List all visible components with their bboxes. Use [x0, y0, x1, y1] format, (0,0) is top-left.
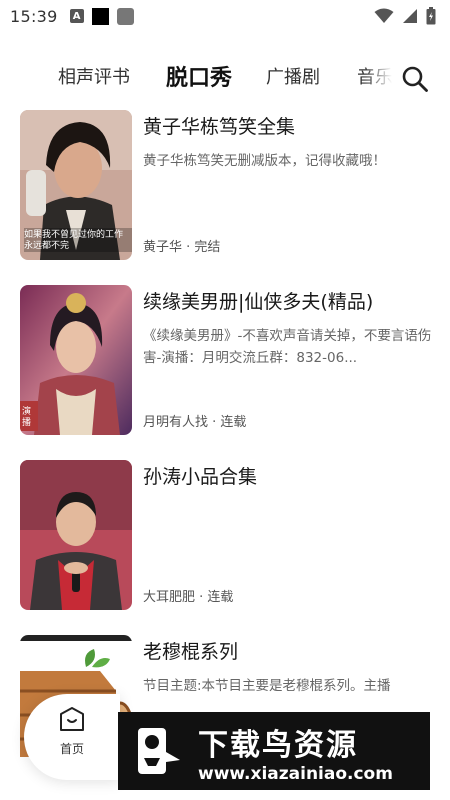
cover-caption-text: 演播	[22, 407, 32, 428]
tabs-scroll-area[interactable]: ▕ 相声评书 脱口秀 广播剧 音乐	[0, 48, 392, 104]
cellular-signal-icon	[403, 9, 417, 23]
bird-logo-icon	[138, 728, 180, 774]
cover-image: 演播	[20, 285, 132, 435]
cover-image	[20, 460, 132, 610]
watermark-url: www.xiazainiao.com	[198, 764, 393, 784]
font-app-notification-icon: A	[69, 9, 84, 23]
item-title: 老穆棍系列	[143, 641, 239, 663]
search-icon	[402, 66, 428, 92]
list-item[interactable]: 孙涛小品合集 大耳肥肥 · 连载	[0, 458, 450, 610]
tab-music[interactable]: 音乐	[357, 48, 392, 104]
tab-radio-drama[interactable]: 广播剧	[266, 48, 320, 104]
status-bar: 15:39 A	[0, 0, 450, 32]
bottom-navigation: 首页	[24, 694, 120, 780]
battery-icon	[426, 7, 436, 25]
cover-art-man-microphone	[20, 460, 132, 610]
tab-talk-show[interactable]: 脱口秀	[166, 48, 232, 104]
list-item[interactable]: 演播 续缘美男册|仙侠多夫(精品) 《续缘美男册》-不喜欢声音请关掉，不要言语伤…	[0, 283, 450, 435]
cover-caption-text: 如果我不曾见过你的工作永远都不完	[24, 230, 124, 251]
item-description: 节目主题:本节目主要是老穆棍系列。主播	[143, 678, 391, 694]
item-description: 黄子华栋笃笑无删减版本，记得收藏哦！	[143, 153, 386, 169]
watermark-title: 下载鸟资源	[198, 728, 358, 763]
search-button[interactable]	[398, 62, 432, 96]
list-item[interactable]: 如果我不曾见过你的工作永远都不完 黄子华栋笃笑全集 黄子华栋笃笑无删减版本，记得…	[0, 108, 450, 260]
tab-crosstalk[interactable]: 相声评书	[58, 48, 130, 104]
category-tab-bar: ▕ 相声评书 脱口秀 广播剧 音乐	[0, 48, 450, 104]
cover-image: 如果我不曾见过你的工作永远都不完	[20, 110, 132, 260]
item-meta: 大耳肥肥 · 连载	[143, 590, 234, 605]
item-title: 孙涛小品合集	[143, 466, 258, 488]
wifi-icon	[374, 8, 394, 23]
home-icon	[60, 707, 84, 731]
item-description: 《续缘美男册》-不喜欢声音请关掉，不要言语伤害-演播：月明交流丘群：832-06…	[143, 328, 432, 366]
cover-art-costume-portrait	[20, 285, 132, 435]
system-indicators	[374, 7, 436, 25]
notification-icons: A	[69, 7, 134, 25]
nav-home-label: 首页	[59, 742, 84, 756]
gray-square-notification-icon	[116, 7, 134, 25]
item-title: 黄子华栋笃笑全集	[143, 116, 296, 138]
tabs-strip: ▕ 相声评书 脱口秀 广播剧 音乐	[0, 48, 392, 104]
item-meta: 黄子华 · 完结	[143, 240, 221, 255]
nav-home-button[interactable]: 首页	[46, 706, 98, 768]
watermark-banner: 下载鸟资源 www.xiazainiao.com	[118, 712, 430, 790]
black-square-notification-icon	[91, 7, 109, 25]
status-time: 15:39	[10, 6, 58, 26]
item-title: 续缘美男册|仙侠多夫(精品)	[143, 291, 374, 313]
item-meta: 月明有人找 · 连载	[143, 415, 247, 430]
